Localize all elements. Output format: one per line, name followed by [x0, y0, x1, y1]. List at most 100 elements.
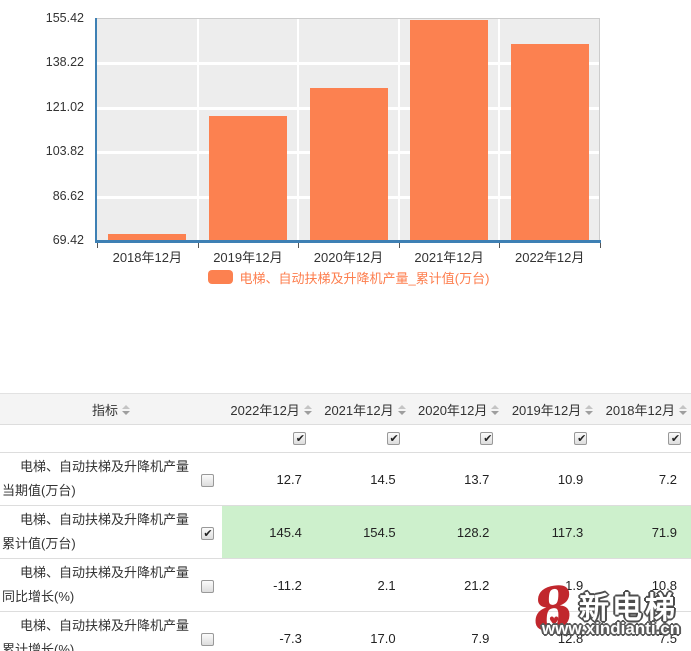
value-cell: 12.7	[222, 453, 316, 506]
value-cell: 1.9	[503, 559, 597, 612]
legend-label: 电梯、自动扶梯及升降机产量_累计值(万台)	[240, 268, 490, 287]
y-axis: 155.42138.22121.02103.8286.6269.42	[0, 0, 90, 260]
row-label-line2: 累计增长(%)	[2, 638, 192, 651]
sort-arrows-icon	[398, 405, 406, 415]
bar-2019年12月[interactable]	[209, 116, 287, 240]
value-cell: 2.1	[316, 559, 410, 612]
y-tick-label: 138.22	[0, 55, 84, 69]
value-cell: 14.5	[316, 453, 410, 506]
x-tick-label: 2020年12月	[298, 247, 399, 266]
header-2020年12月[interactable]: 2020年12月	[410, 394, 504, 425]
y-tick-label: 69.42	[0, 233, 84, 247]
bar-2021年12月[interactable]	[410, 20, 488, 240]
y-axis-line	[95, 18, 97, 241]
value-cell: 12.8	[503, 612, 597, 651]
bar-2022年12月[interactable]	[511, 44, 589, 240]
table-row: 电梯、自动扶梯及升降机产量累计值(万台) 145.4154.5128.2117.3…	[0, 506, 691, 559]
row-checkbox-1[interactable]	[201, 527, 214, 540]
row-label: 电梯、自动扶梯及升降机产量同比增长(%)	[0, 559, 192, 612]
row-checkbox-0[interactable]	[201, 474, 214, 487]
sort-arrows-icon	[585, 405, 593, 415]
header-indicator-label: 指标	[92, 403, 118, 418]
y-tick-label: 121.02	[0, 100, 84, 114]
row-label: 电梯、自动扶梯及升降机产量当期值(万台)	[0, 453, 192, 506]
value-cell: 13.7	[410, 453, 504, 506]
page: 155.42138.22121.02103.8286.6269.42 2018年…	[0, 0, 691, 651]
x-axis-tick	[298, 243, 299, 248]
sort-arrows-icon	[491, 405, 499, 415]
header-year-label: 2020年12月	[418, 403, 487, 418]
checkbox-row-spacer	[0, 425, 222, 453]
x-axis-line	[95, 240, 601, 243]
sort-arrows-icon	[679, 405, 687, 415]
table-row: 电梯、自动扶梯及升降机产量同比增长(%) -11.22.121.21.910.8	[0, 559, 691, 612]
value-cell: 128.2	[410, 506, 504, 559]
header-indicator[interactable]: 指标	[0, 394, 222, 425]
sort-arrows-icon	[122, 405, 130, 415]
column-checkbox-cell	[316, 425, 410, 453]
header-2019年12月[interactable]: 2019年12月	[503, 394, 597, 425]
value-cell: -7.3	[222, 612, 316, 651]
value-cell: 154.5	[316, 506, 410, 559]
row-label-line1: 电梯、自动扶梯及升降机产量	[2, 508, 192, 532]
legend-item[interactable]: 电梯、自动扶梯及升降机产量_累计值(万台)	[97, 266, 600, 288]
row-label: 电梯、自动扶梯及升降机产量累计增长(%)	[0, 612, 192, 651]
indicator-table: 指标 2022年12月 2021年12月 2020年12月 2019年12月 2018年1…	[0, 393, 691, 651]
x-axis-tick	[600, 243, 601, 248]
value-cell: 7.5	[597, 612, 691, 651]
value-cell: -11.2	[222, 559, 316, 612]
header-year-label: 2018年12月	[606, 403, 675, 418]
table-row: 电梯、自动扶梯及升降机产量累计增长(%) -7.317.07.912.87.5	[0, 612, 691, 651]
header-2022年12月[interactable]: 2022年12月	[222, 394, 316, 425]
row-checkbox-cell	[192, 453, 222, 506]
value-cell: 10.8	[597, 559, 691, 612]
row-label-line2: 累计值(万台)	[2, 532, 192, 556]
value-cell: 10.9	[503, 453, 597, 506]
gridline-vertical	[498, 19, 500, 240]
x-tick-label: 2021年12月	[399, 247, 500, 266]
column-checkbox-2022年12月[interactable]	[293, 432, 306, 445]
row-checkbox-cell	[192, 506, 222, 559]
column-checkbox-cell	[410, 425, 504, 453]
x-tick-label: 2018年12月	[97, 247, 198, 266]
bar-chart: 155.42138.22121.02103.8286.6269.42 2018年…	[0, 0, 691, 300]
row-label-line1: 电梯、自动扶梯及升降机产量	[2, 455, 192, 479]
header-year-label: 2019年12月	[512, 403, 581, 418]
column-checkbox-2018年12月[interactable]	[668, 432, 681, 445]
column-checkbox-cell	[503, 425, 597, 453]
value-cell: 7.9	[410, 612, 504, 651]
header-2021年12月[interactable]: 2021年12月	[316, 394, 410, 425]
bar-2020年12月[interactable]	[310, 88, 388, 240]
header-year-label: 2021年12月	[324, 403, 393, 418]
x-axis-tick	[198, 243, 199, 248]
value-cell: 71.9	[597, 506, 691, 559]
gridline-vertical	[297, 19, 299, 240]
value-cell: 145.4	[222, 506, 316, 559]
gridline-vertical	[197, 19, 199, 240]
row-label-line2: 当期值(万台)	[2, 479, 192, 503]
column-checkbox-2020年12月[interactable]	[480, 432, 493, 445]
header-2018年12月[interactable]: 2018年12月	[597, 394, 691, 425]
row-checkbox-2[interactable]	[201, 580, 214, 593]
sort-arrows-icon	[304, 405, 312, 415]
row-checkbox-3[interactable]	[201, 633, 214, 646]
row-checkbox-cell	[192, 612, 222, 651]
value-cell: 21.2	[410, 559, 504, 612]
table-row: 电梯、自动扶梯及升降机产量当期值(万台) 12.714.513.710.97.2	[0, 453, 691, 506]
value-cell: 7.2	[597, 453, 691, 506]
value-cell: 117.3	[503, 506, 597, 559]
y-tick-label: 86.62	[0, 189, 84, 203]
row-label-line1: 电梯、自动扶梯及升降机产量	[2, 614, 192, 638]
column-checkbox-cell	[222, 425, 316, 453]
legend-swatch-icon	[208, 270, 233, 284]
column-checkbox-2021年12月[interactable]	[387, 432, 400, 445]
row-label-line1: 电梯、自动扶梯及升降机产量	[2, 561, 192, 585]
x-tick-label: 2022年12月	[499, 247, 600, 266]
x-axis-tick	[399, 243, 400, 248]
x-axis-tick	[97, 243, 98, 248]
column-checkbox-2019年12月[interactable]	[574, 432, 587, 445]
row-label: 电梯、自动扶梯及升降机产量累计值(万台)	[0, 506, 192, 559]
y-tick-label: 155.42	[0, 11, 84, 25]
plot-area	[97, 18, 600, 240]
value-cell: 17.0	[316, 612, 410, 651]
